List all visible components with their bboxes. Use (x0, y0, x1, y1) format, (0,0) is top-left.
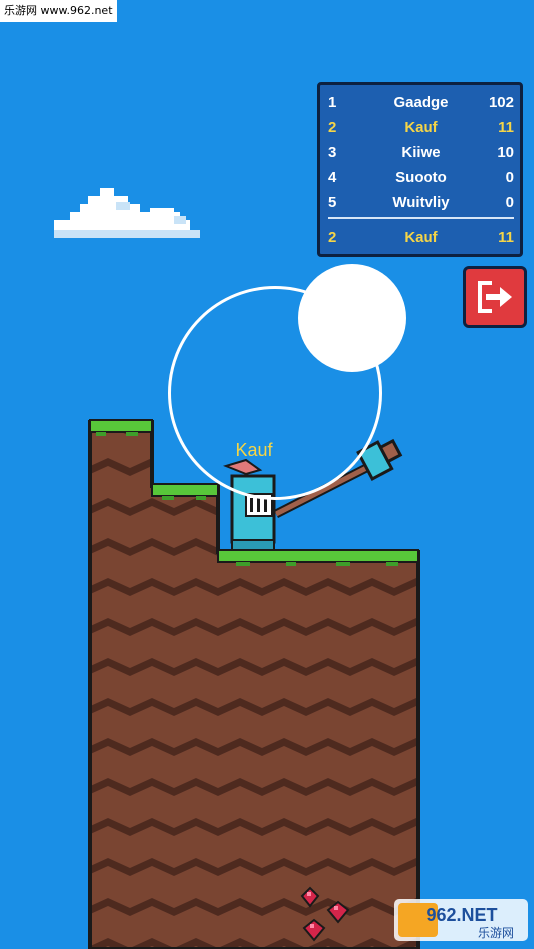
leaderboard-name: Kauf (404, 229, 438, 246)
leaderboard-row: 1 Gaadge 102 (328, 93, 514, 113)
leaderboard-score: 11 (498, 229, 514, 246)
leaderboard-row: 3 Kiiwe 10 (328, 143, 514, 163)
joystick-knob[interactable] (298, 264, 406, 372)
leaderboard-score: 11 (498, 119, 514, 136)
exit-button[interactable] (463, 266, 527, 328)
leaderboard-row: 2 Kauf 11 (328, 118, 514, 138)
leaderboard-score: 0 (505, 169, 514, 186)
leaderboard-name: Suooto (395, 169, 447, 186)
leaderboard-self-row: 2 Kauf 11 (328, 228, 514, 248)
cloud (54, 188, 200, 238)
leaderboard-name: Gaadge (393, 94, 449, 111)
watermark-brand: 962.NET (426, 905, 497, 925)
leaderboard-divider (328, 217, 514, 219)
leaderboard-name: Kiiwe (401, 144, 441, 161)
watermark-sub: 乐游网 (478, 926, 514, 940)
leaderboard-score: 10 (497, 144, 514, 161)
gems-icon (300, 886, 350, 942)
leaderboard: 1 Gaadge 102 2 Kauf 11 3 Kiiwe 10 4 Suoo… (317, 82, 523, 257)
leaderboard-name: Kauf (404, 119, 438, 136)
watermark-bottom: 962.NET 乐游网 (394, 899, 528, 941)
leaderboard-score: 0 (505, 194, 514, 211)
leaderboard-row: 4 Suooto 0 (328, 168, 514, 188)
leaderboard-name: Wuitvliy (392, 194, 450, 211)
exit-door-arrow-icon (478, 281, 512, 313)
watermark-top: 乐游网 www.962.net (0, 0, 117, 22)
leaderboard-score: 102 (488, 94, 514, 111)
leaderboard-row: 5 Wuitvliy 0 (328, 193, 514, 213)
